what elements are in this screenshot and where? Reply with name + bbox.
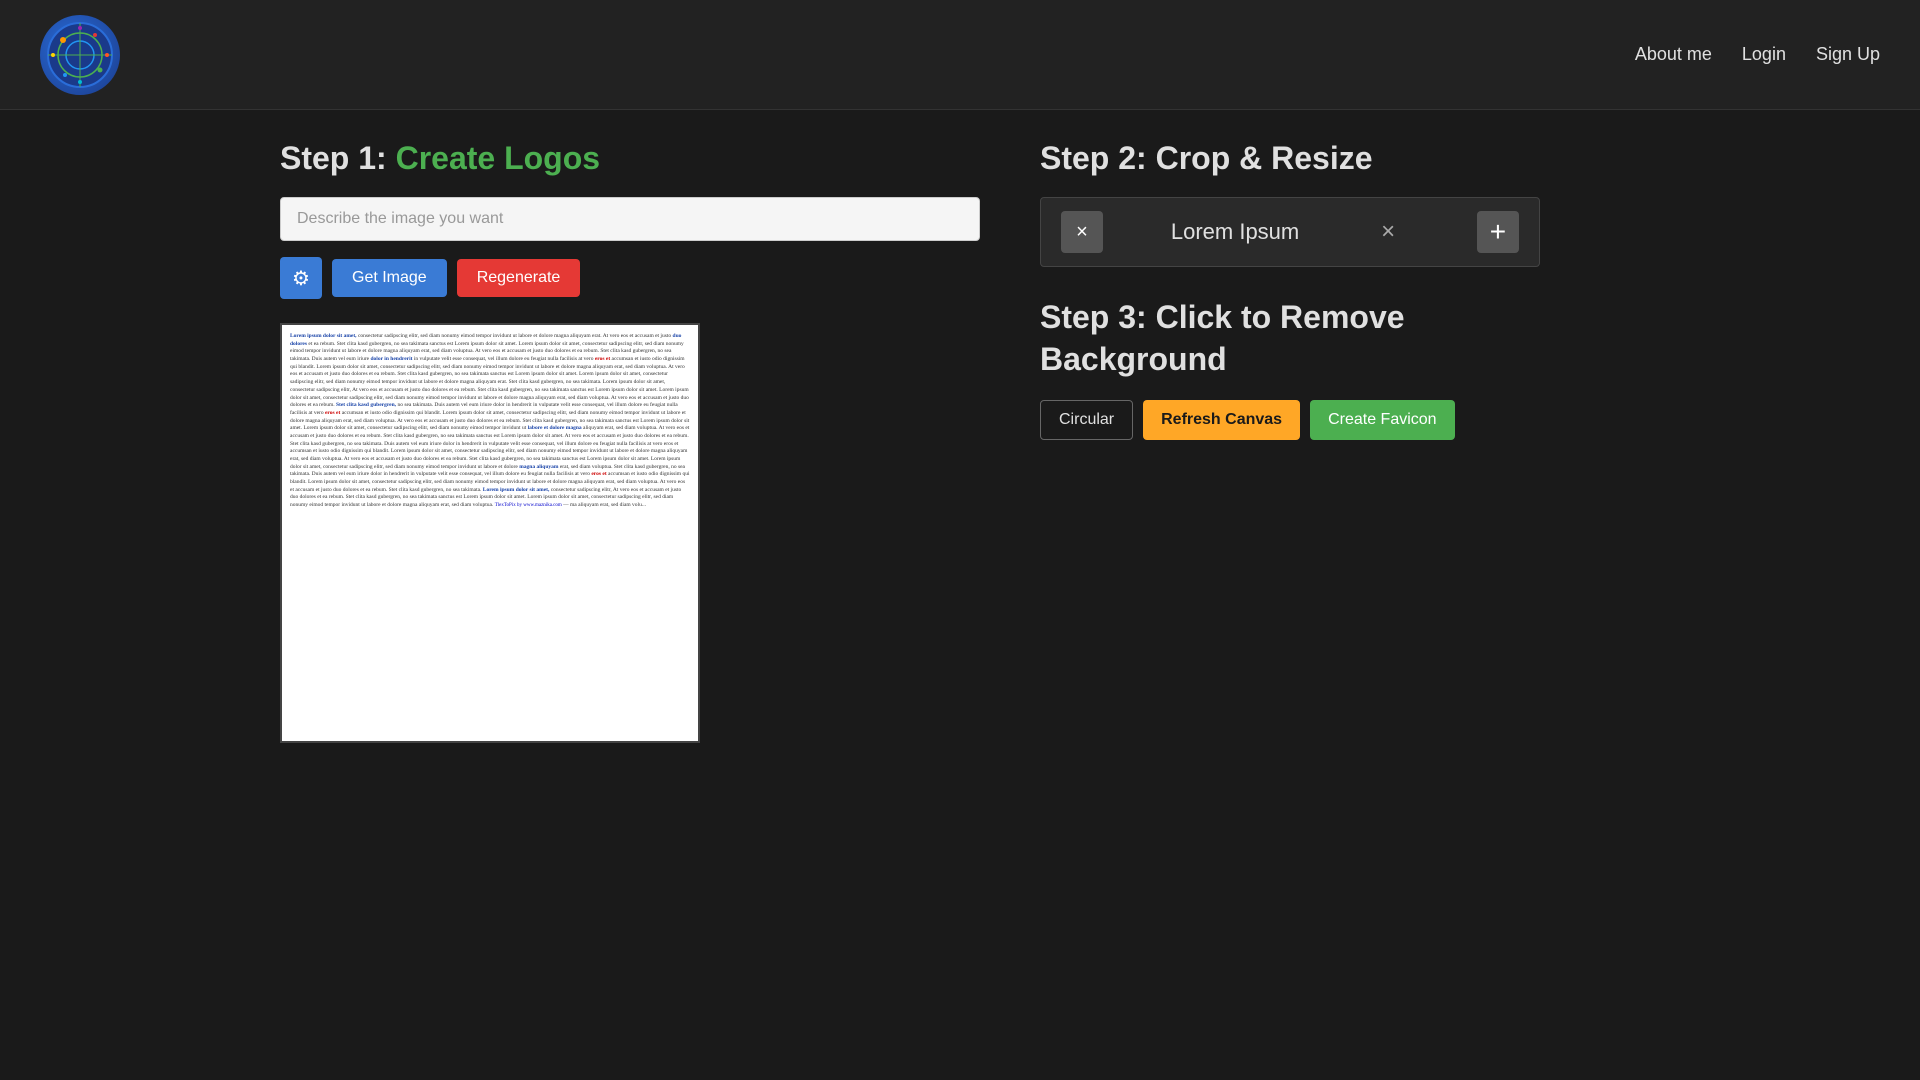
step3-action2: Background [1040, 341, 1227, 377]
image-description-input[interactable] [280, 197, 980, 241]
regenerate-button[interactable]: Regenerate [457, 259, 581, 297]
crop-resize-bar: × Lorem Ipsum × + [1040, 197, 1540, 267]
step3-title: Step 3: Click to Remove Background [1040, 297, 1540, 380]
circular-button[interactable]: Circular [1040, 400, 1133, 440]
login-link[interactable]: Login [1742, 44, 1786, 65]
crop-label-text: Lorem Ipsum [1171, 219, 1299, 245]
header: About me Login Sign Up [0, 0, 1920, 110]
plus-icon: + [1490, 216, 1506, 248]
settings-button[interactable]: ⚙ [280, 257, 322, 299]
crop-close-button[interactable]: × [1367, 211, 1409, 253]
step3-buttons: Circular Refresh Canvas Create Favicon [1040, 400, 1540, 440]
lorem-text: Lorem ipsum dolor sit amet, consectetur … [282, 325, 698, 518]
step2-number: Step 2: [1040, 140, 1147, 176]
right-column: Step 2: Crop & Resize × Lorem Ipsum × + … [1040, 140, 1540, 743]
about-me-link[interactable]: About me [1635, 44, 1712, 65]
step1-title: Step 1: Create Logos [280, 140, 980, 177]
step1-number: Step 1: [280, 140, 387, 176]
create-favicon-button[interactable]: Create Favicon [1310, 400, 1455, 440]
preview-content: Lorem ipsum dolor sit amet, consectetur … [282, 325, 698, 741]
close-icon: × [1381, 218, 1395, 246]
main-content: Step 1: Create Logos ⚙ Get Image Regener… [0, 110, 1920, 773]
crop-remove-button[interactable]: × [1061, 211, 1103, 253]
signup-link[interactable]: Sign Up [1816, 44, 1880, 65]
crop-add-button[interactable]: + [1477, 211, 1519, 253]
nav: About me Login Sign Up [1635, 44, 1880, 65]
left-column: Step 1: Create Logos ⚙ Get Image Regener… [280, 140, 980, 743]
x-left-icon: × [1076, 221, 1088, 244]
step3-action: Click to Remove [1156, 299, 1405, 335]
logo-area [40, 15, 120, 95]
get-image-button[interactable]: Get Image [332, 259, 447, 297]
step2-action: Crop & Resize [1156, 140, 1373, 176]
action-buttons: ⚙ Get Image Regenerate [280, 257, 980, 299]
gear-icon: ⚙ [292, 266, 310, 291]
step1-action: Create Logos [396, 140, 600, 176]
refresh-canvas-button[interactable]: Refresh Canvas [1143, 400, 1300, 440]
logo-image [40, 15, 120, 95]
step2-title: Step 2: Crop & Resize [1040, 140, 1540, 177]
image-preview: Lorem ipsum dolor sit amet, consectetur … [280, 323, 700, 743]
step3-number: Step 3: [1040, 299, 1147, 335]
